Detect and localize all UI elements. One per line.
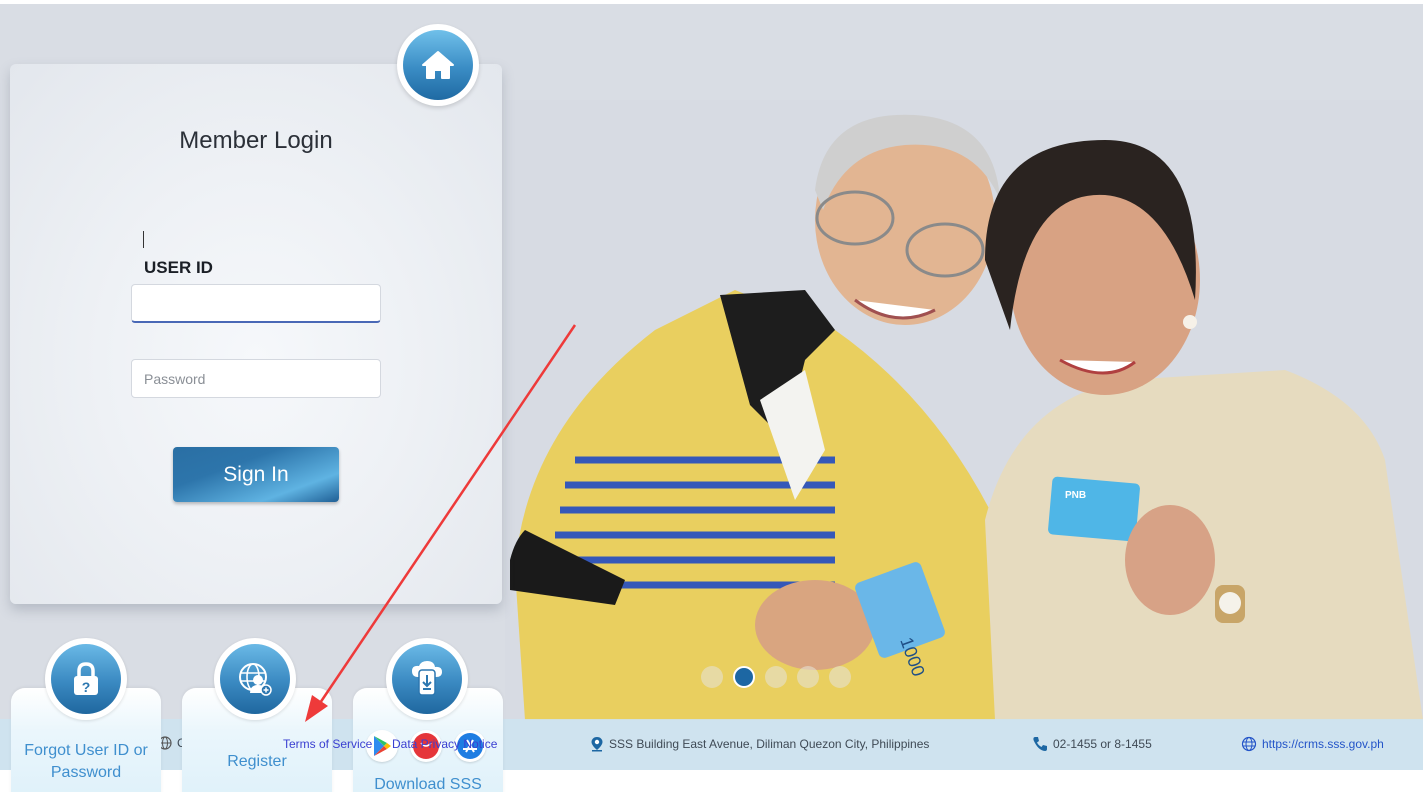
terms-of-service-link[interactable]: Terms of Service bbox=[283, 737, 372, 751]
footer-address-text: SSS Building East Avenue, Diliman Quezon… bbox=[609, 737, 930, 751]
carousel-dot-1[interactable] bbox=[701, 666, 723, 688]
top-strip bbox=[0, 0, 1423, 4]
home-icon bbox=[422, 51, 454, 79]
carousel-dot-3[interactable] bbox=[765, 666, 787, 688]
home-button[interactable] bbox=[397, 24, 479, 106]
carousel-dots bbox=[701, 666, 851, 688]
carousel-dot-5[interactable] bbox=[829, 666, 851, 688]
carousel-dot-4[interactable] bbox=[797, 666, 819, 688]
globe-icon bbox=[1241, 736, 1257, 752]
carousel-dot-2-active[interactable] bbox=[733, 666, 755, 688]
footer-address: SSS Building East Avenue, Diliman Quezon… bbox=[590, 736, 929, 752]
footer-website[interactable]: https://crms.sss.gov.ph bbox=[1241, 736, 1384, 752]
footer-phone-text: 02-1455 or 8-1455 bbox=[1053, 737, 1152, 751]
login-title: Member Login bbox=[179, 127, 333, 154]
userid-input[interactable] bbox=[131, 284, 381, 323]
forgot-tile-label-line2: Password bbox=[50, 764, 122, 781]
hero-carousel-image: 1000 PNB bbox=[505, 100, 1423, 720]
globe-user-add-icon bbox=[239, 663, 272, 696]
register-tile-label: Register bbox=[227, 753, 287, 770]
location-pin-icon bbox=[591, 737, 603, 752]
footer-website-link[interactable]: https://crms.sss.gov.ph bbox=[1262, 737, 1384, 751]
google-play-icon bbox=[374, 736, 391, 756]
data-privacy-notice-link[interactable]: Data Privacy Notice bbox=[392, 737, 497, 751]
footer-phone: 02-1455 or 8-1455 bbox=[1032, 736, 1152, 752]
forgot-credentials-icon-button[interactable]: ? bbox=[45, 638, 127, 720]
forgot-tile-label-line1: Forgot User ID or bbox=[24, 742, 148, 759]
register-icon-button[interactable] bbox=[214, 638, 296, 720]
member-login-card: Member Login USER ID Sign In bbox=[10, 64, 502, 604]
download-tile-label: Download SSS bbox=[374, 776, 482, 792]
text-cursor bbox=[143, 231, 144, 248]
phone-icon bbox=[1033, 737, 1047, 751]
mobile-download-icon bbox=[412, 661, 442, 696]
password-input[interactable] bbox=[131, 359, 381, 398]
svg-text:?: ? bbox=[82, 679, 91, 695]
download-icon-button[interactable] bbox=[386, 638, 468, 720]
userid-label: USER ID bbox=[144, 258, 213, 277]
sign-in-button[interactable]: Sign In bbox=[173, 447, 339, 502]
lock-question-icon: ? bbox=[74, 662, 98, 695]
card-brand-text: PNB bbox=[1065, 490, 1086, 501]
